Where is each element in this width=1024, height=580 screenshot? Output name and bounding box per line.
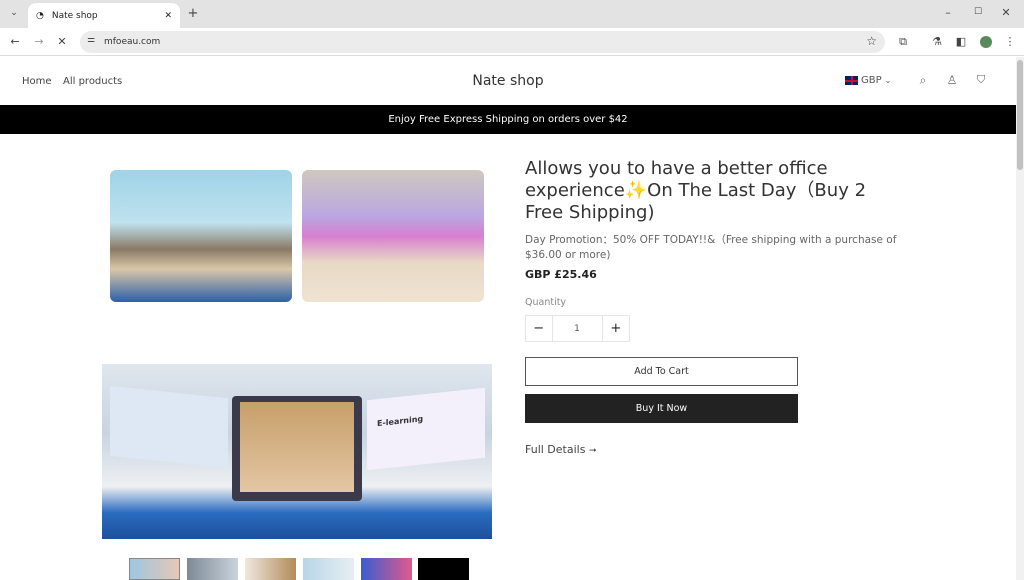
quantity-label: Quantity [525, 297, 567, 308]
product-image-main[interactable]: E-learning [102, 364, 492, 539]
side-screen-left [110, 385, 228, 469]
tab-title: Nate shop [51, 10, 98, 21]
cart-icon[interactable]: ⛉ [974, 73, 988, 87]
address-bar[interactable]: ⚌ mfoeau.com ☆ [80, 31, 885, 53]
buy-now-button[interactable]: Buy It Now [525, 394, 798, 423]
image-caption: E-learning [377, 414, 424, 429]
browser-tab[interactable]: ◔ Nate shop ✕ [28, 3, 180, 28]
extensions-icon[interactable]: ⧉ [896, 35, 910, 49]
bookmark-star-icon[interactable]: ☆ [866, 34, 877, 48]
product-price: GBP £25.46 [525, 268, 597, 281]
chevron-down-icon: ⌄ [884, 76, 892, 85]
decrease-button[interactable]: − [526, 316, 553, 341]
uk-flag-icon [845, 76, 858, 85]
thumbnail[interactable] [129, 558, 180, 580]
currency-selector[interactable]: GBP ⌄ [845, 75, 891, 86]
thumbnail[interactable] [361, 558, 412, 580]
stop-icon[interactable]: ✕ [55, 35, 69, 48]
site-settings-icon[interactable]: ⚌ [87, 35, 95, 45]
product-title: Allows you to have a better office exper… [525, 158, 867, 223]
maximize-icon[interactable]: ☐ [971, 7, 985, 17]
search-icon[interactable]: ⌕ [916, 73, 930, 88]
toolbar: ← → ✕ ⚌ mfoeau.com ☆ ⧉ ⚗ ◧ ⋮ [0, 28, 1024, 56]
thumbnail[interactable] [303, 558, 354, 580]
menu-icon[interactable]: ⋮ [1003, 35, 1017, 48]
site-header: Home All products Nate shop GBP ⌄ ⌕ ♙ ⛉ [0, 57, 1016, 105]
back-icon[interactable]: ← [8, 35, 22, 48]
labs-icon[interactable]: ⚗ [930, 35, 944, 48]
favicon-icon: ◔ [36, 10, 44, 21]
full-details-link[interactable]: Full Details ➞ [525, 443, 597, 456]
url-text: mfoeau.com [104, 37, 161, 47]
arrow-right-icon: ➞ [588, 446, 597, 456]
currency-label: GBP [861, 75, 882, 86]
product-image-2[interactable] [302, 170, 484, 302]
laptop-screen [232, 396, 362, 501]
tab-strip: ⌄ ◔ Nate shop ✕ + – ☐ ✕ [0, 0, 1024, 28]
side-panel-icon[interactable]: ◧ [954, 35, 968, 48]
add-to-cart-button[interactable]: Add To Cart [525, 357, 798, 386]
profile-avatar[interactable] [980, 36, 992, 48]
side-screen: E-learning [367, 387, 485, 471]
full-details-label: Full Details [525, 443, 586, 456]
forward-icon[interactable]: → [32, 35, 46, 48]
increase-button[interactable]: + [603, 316, 629, 341]
new-tab-icon[interactable]: + [186, 6, 200, 21]
account-icon[interactable]: ♙ [945, 73, 959, 87]
thumbnail[interactable] [187, 558, 238, 580]
announcement-bar: Enjoy Free Express Shipping on orders ov… [0, 105, 1016, 134]
thumbnail[interactable] [418, 558, 469, 580]
quantity-input[interactable]: 1 [553, 316, 603, 341]
scrollbar-thumb[interactable] [1017, 60, 1023, 170]
close-tab-icon[interactable]: ✕ [164, 11, 172, 21]
product-image-1[interactable] [110, 170, 292, 302]
promo-text: Day Promotion：50% OFF TODAY!!&（Free ship… [525, 234, 897, 261]
quantity-stepper: − 1 + [525, 315, 630, 342]
minimize-icon[interactable]: – [941, 6, 955, 19]
thumbnail[interactable] [245, 558, 296, 580]
close-window-icon[interactable]: ✕ [999, 6, 1013, 19]
tab-search-icon[interactable]: ⌄ [7, 8, 21, 18]
